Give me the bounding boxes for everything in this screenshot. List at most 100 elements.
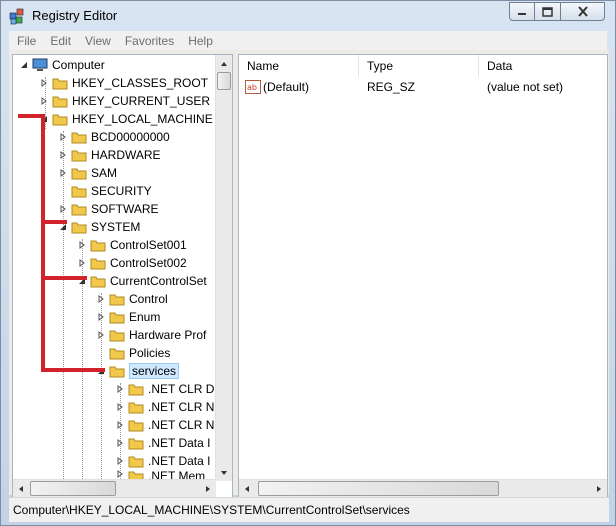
tree-item[interactable]: HKEY_CURRENT_USER [39,92,210,110]
tree-item-label: ControlSet002 [110,256,187,270]
tree-item-computer[interactable]: Computer [19,56,105,74]
svg-text:ab: ab [247,83,257,92]
tree-item[interactable]: SYSTEM [58,218,140,236]
tree-item[interactable]: BCD00000000 [58,128,170,146]
scroll-left-button[interactable] [239,480,255,497]
folder-icon [109,330,125,342]
collapsed-arrow-icon[interactable] [58,151,67,160]
folder-icon [71,204,87,216]
collapsed-arrow-icon[interactable] [115,469,124,478]
tree-item-label: SECURITY [91,184,152,198]
scroll-right-button[interactable] [591,480,607,497]
folder-icon [90,258,106,270]
collapsed-arrow-icon[interactable] [58,205,67,214]
tree-item-selected[interactable]: services [96,362,180,380]
value-data: (value not set) [487,80,564,94]
registry-editor-window: Registry Editor File Edit View Favorites… [0,0,616,526]
collapsed-arrow-icon[interactable] [115,439,124,448]
collapsed-arrow-icon[interactable] [39,79,48,88]
tree-item[interactable]: .NET Data I [115,434,210,452]
folder-icon [71,150,87,162]
tree-item[interactable]: Enum [96,308,160,326]
tree-item-label: HKEY_CLASSES_ROOT [72,76,209,90]
tree-item-label: HARDWARE [91,148,161,162]
scroll-right-button[interactable] [200,480,216,497]
folder-icon [109,294,125,306]
minimize-button[interactable] [509,2,535,21]
scroll-up-button[interactable] [216,55,232,72]
close-button[interactable] [560,2,605,21]
collapsed-arrow-icon[interactable] [115,457,124,466]
tree-item-label: HKEY_CURRENT_USER [72,94,211,108]
collapsed-arrow-icon[interactable] [96,295,105,304]
expanded-arrow-icon[interactable] [19,61,28,70]
tree-item[interactable]: HKEY_CLASSES_ROOT [39,74,208,92]
menu-edit[interactable]: Edit [50,34,71,48]
collapsed-arrow-icon[interactable] [77,241,86,250]
tree-item[interactable]: .NET Data I [115,452,210,470]
maximize-button[interactable] [534,2,561,21]
column-header-name[interactable]: Name [239,55,359,77]
title-bar[interactable]: Registry Editor [1,1,615,31]
tree-item[interactable]: .NET CLR N [115,416,214,434]
arrow-left-icon [19,485,23,492]
tree-item[interactable]: HARDWARE [58,146,161,164]
collapsed-arrow-icon[interactable] [115,385,124,394]
window-title: Registry Editor [32,8,118,23]
tree-item[interactable]: CurrentControlSet [77,272,207,290]
scroll-thumb[interactable] [217,72,231,90]
collapsed-arrow-icon[interactable] [115,403,124,412]
menu-view[interactable]: View [85,34,111,48]
client-area: Computer HKEY_CLASSES_ROOT HKEY_CURRENT_… [9,50,609,498]
scroll-thumb[interactable] [258,481,499,496]
tree-item[interactable]: .NET CLR D [115,380,214,398]
tree-item-label: SOFTWARE [91,202,159,216]
value-row[interactable]: ab (Default) REG_SZ (value not set) [243,79,603,97]
list-horizontal-scrollbar[interactable] [239,479,607,497]
tree-item[interactable]: Control [96,290,168,308]
arrow-right-icon [206,485,210,492]
tree-item-label: Policies [129,346,171,360]
tree-item[interactable]: ControlSet002 [77,254,187,272]
collapsed-arrow-icon[interactable] [58,169,67,178]
tree-item-label: SAM [91,166,118,180]
collapsed-arrow-icon[interactable] [115,421,124,430]
tree-vertical-scrollbar[interactable] [215,55,232,481]
tree-item[interactable]: SAM [58,164,117,182]
tree-item[interactable]: HKEY_LOCAL_MACHINE [39,110,213,128]
tree-item[interactable]: SOFTWARE [58,200,159,218]
folder-icon [52,96,68,108]
folder-open-icon [90,276,106,288]
tree-item[interactable]: SECURITY [58,182,152,200]
tree-item[interactable]: Hardware Prof [96,326,206,344]
tree-item-label: SYSTEM [91,220,141,234]
tree-item-label: .NET Data I [148,436,211,450]
column-header-type[interactable]: Type [359,55,479,77]
scroll-down-button[interactable] [216,464,232,481]
menu-favorites[interactable]: Favorites [125,34,174,48]
collapsed-arrow-icon[interactable] [39,97,48,106]
menu-help[interactable]: Help [188,34,213,48]
tree-item[interactable]: Policies [96,344,170,362]
tree-horizontal-scrollbar[interactable] [13,479,216,497]
folder-icon [71,186,87,198]
minimize-icon [518,12,526,15]
tree-item[interactable]: .NET CLR N [115,398,214,416]
collapsed-arrow-icon[interactable] [77,259,86,268]
menu-file[interactable]: File [17,34,36,48]
computer-icon [32,58,48,71]
scroll-left-button[interactable] [13,480,29,497]
column-header-data[interactable]: Data [479,55,607,77]
annotation-bracket-vertical [41,114,45,372]
collapsed-arrow-icon[interactable] [58,133,67,142]
registry-editor-app-icon [9,8,24,25]
collapsed-arrow-icon[interactable] [96,313,105,322]
tree-item-label: ControlSet001 [110,238,187,252]
tree-item-label: .NET Data I [148,454,211,468]
collapsed-arrow-icon[interactable] [96,331,105,340]
scroll-thumb[interactable] [30,481,116,496]
values-list-pane[interactable]: Name Type Data ab (Default) REG_SZ (valu… [238,54,608,498]
folder-icon [128,384,144,396]
tree-item-label: services [129,363,180,379]
tree-item[interactable]: ControlSet001 [77,236,187,254]
